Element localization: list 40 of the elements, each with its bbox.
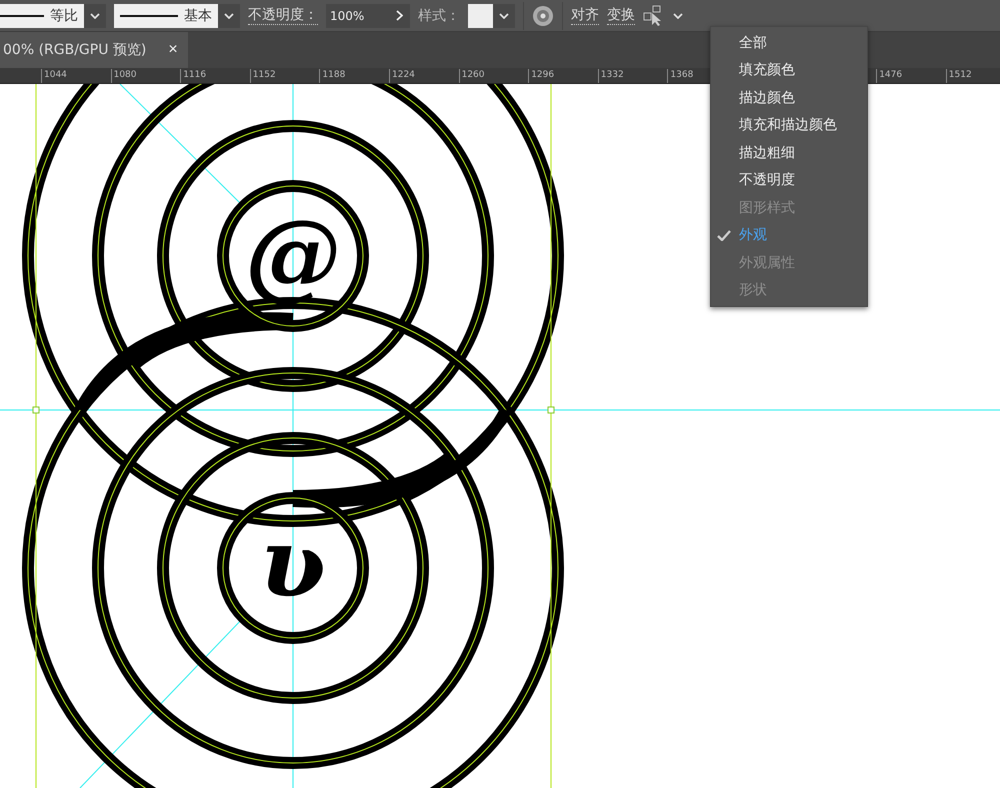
chevron-icon — [90, 12, 100, 18]
align-link[interactable]: 对齐 — [571, 6, 599, 25]
expand-button[interactable] — [388, 4, 410, 28]
ruler-label: 1152 — [250, 69, 276, 83]
ruler-label: 1044 — [41, 69, 67, 83]
menu-item[interactable]: 全部 — [711, 29, 867, 56]
menu-item[interactable]: 描边粗细 — [711, 139, 867, 166]
close-button[interactable]: × — [168, 41, 178, 59]
dropdown-button[interactable] — [218, 4, 240, 28]
ruler-label: 1332 — [598, 69, 624, 83]
ruler-label: 1224 — [389, 69, 415, 83]
document-title: 00% (RGB/GPU 预览) — [3, 41, 146, 59]
menu-item[interactable]: 填充颜色 — [711, 56, 867, 84]
chevron-icon — [673, 12, 683, 18]
opacity-label[interactable]: 不透明度： — [248, 6, 318, 25]
dropdown-button[interactable] — [493, 4, 515, 28]
chevron-icon — [499, 12, 509, 18]
style-swatch[interactable] — [468, 4, 493, 28]
menu-item[interactable]: 不透明度 — [711, 166, 867, 194]
ruler-label: 1116 — [180, 69, 206, 83]
checkmark-icon — [717, 230, 731, 240]
ruler-label: 1476 — [876, 69, 902, 83]
stroke-profile-dropdown[interactable]: 等比 — [0, 4, 84, 28]
ruler-label: 1512 — [946, 69, 972, 83]
menu-item[interactable]: 描边颜色 — [711, 84, 867, 112]
menu-item[interactable]: 填充和描边颜色 — [711, 112, 867, 139]
ruler-label: 1080 — [110, 69, 136, 83]
chevron-icon — [224, 12, 234, 18]
dropdown-button[interactable] — [84, 4, 106, 28]
ruler-label: 1260 — [458, 69, 484, 83]
ruler-label: 1188 — [319, 69, 346, 83]
ruler-label: 1368 — [667, 69, 694, 83]
chevron-right-icon — [396, 10, 402, 20]
document-tab[interactable]: 00% (RGB/GPU 预览) × — [0, 32, 188, 68]
recolor-wheel-icon[interactable] — [532, 4, 554, 26]
brush-dropdown[interactable]: 基本 — [114, 4, 218, 28]
opacity-field[interactable]: 100% — [326, 4, 388, 28]
style-label: 样式： — [418, 6, 460, 24]
ruler-label: 1296 — [528, 69, 554, 83]
transform-link[interactable]: 变换 — [607, 6, 635, 25]
